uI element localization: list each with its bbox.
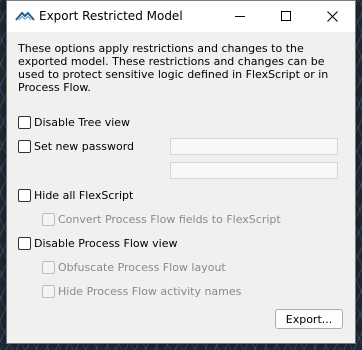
minimize-button[interactable] xyxy=(217,1,263,32)
hide-process-flow-activity-names-label: Hide Process Flow activity names xyxy=(58,284,242,298)
convert-process-flow-fields-checkbox[interactable] xyxy=(42,212,55,226)
disable-process-flow-view-checkbox[interactable] xyxy=(18,236,31,250)
set-new-password-option[interactable]: Set new password xyxy=(18,138,134,154)
hide-process-flow-activity-names-option[interactable]: Hide Process Flow activity names xyxy=(42,283,241,299)
obfuscate-process-flow-layout-checkbox[interactable] xyxy=(42,260,55,274)
convert-process-flow-fields-label: Convert Process Flow fields to FlexScrip… xyxy=(58,212,281,226)
title-bar[interactable]: Export Restricted Model xyxy=(7,1,355,32)
hide-process-flow-activity-names-checkbox[interactable] xyxy=(42,284,55,298)
description-text: These options apply restrictions and cha… xyxy=(18,42,329,94)
obfuscate-process-flow-layout-label: Obfuscate Process Flow layout xyxy=(58,260,226,274)
export-button[interactable]: Export... xyxy=(275,309,343,329)
set-new-password-label: Set new password xyxy=(34,139,135,153)
convert-process-flow-fields-option[interactable]: Convert Process Flow fields to FlexScrip… xyxy=(42,211,281,227)
disable-process-flow-view-option[interactable]: Disable Process Flow view xyxy=(18,235,177,251)
confirm-password-field[interactable] xyxy=(170,162,338,179)
flexsim-logo-icon xyxy=(15,11,35,21)
disable-tree-view-option[interactable]: Disable Tree view xyxy=(18,114,130,130)
maximize-button[interactable] xyxy=(263,1,309,32)
close-button[interactable] xyxy=(309,1,355,32)
disable-process-flow-view-label: Disable Process Flow view xyxy=(34,236,178,250)
disable-tree-view-checkbox[interactable] xyxy=(18,115,31,129)
obfuscate-process-flow-layout-option[interactable]: Obfuscate Process Flow layout xyxy=(42,259,226,275)
disable-tree-view-label: Disable Tree view xyxy=(34,115,131,129)
close-icon xyxy=(326,11,338,22)
hide-all-flexscript-option[interactable]: Hide all FlexScript xyxy=(18,187,133,203)
set-new-password-checkbox[interactable] xyxy=(18,139,31,153)
window-title: Export Restricted Model xyxy=(39,9,183,23)
minimize-icon xyxy=(234,16,245,17)
maximize-icon xyxy=(280,11,291,21)
hide-all-flexscript-label: Hide all FlexScript xyxy=(34,188,134,202)
hide-all-flexscript-checkbox[interactable] xyxy=(18,188,31,202)
export-restricted-model-dialog: Export Restricted Model These options ap… xyxy=(6,0,356,344)
new-password-field[interactable] xyxy=(170,138,338,155)
